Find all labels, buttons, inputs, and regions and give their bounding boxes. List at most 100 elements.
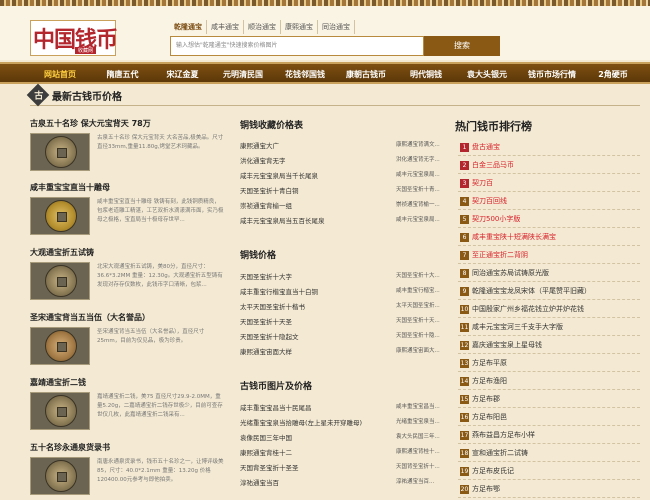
rank-name[interactable]: 咸丰重宝陕十短满陕长满宝 <box>472 232 556 242</box>
coin-card-image[interactable] <box>30 392 90 430</box>
price-list-item[interactable]: 咸丰元宝宝泉局当千长尾泉 <box>240 170 318 180</box>
nav-coins-2jiao[interactable]: 2角硬币 <box>590 66 636 84</box>
rank-name[interactable]: 咸丰元宝宝河三千支手大字版 <box>472 322 563 332</box>
price-list-item[interactable]: 康熙通宝宙面大样 <box>240 346 292 356</box>
rank-name[interactable]: 方足布郡 <box>472 394 500 404</box>
rank-name[interactable]: 乾隆通宝宝龙凤宋体（平尾赞平旧藏） <box>472 286 591 296</box>
search-tab-xianfeng[interactable]: 咸丰通宝 <box>207 20 244 34</box>
rank-name[interactable]: 同治通宝苏局试铸原光版 <box>472 268 549 278</box>
price-list-price[interactable]: 天国圣宝折十天... <box>396 316 446 324</box>
nav-yuan-datou[interactable]: 袁大头银元 <box>458 66 516 84</box>
nav-market[interactable]: 钱币市场行情 <box>520 66 584 84</box>
price-list-item[interactable]: 洪化通宝背无字 <box>240 155 286 165</box>
price-list-price[interactable]: 康熙通宝宙面大... <box>396 346 446 354</box>
coin-card-image[interactable] <box>30 457 90 495</box>
price-list-item[interactable]: 淳祐通宝当百 <box>240 477 279 487</box>
rank-name[interactable]: 中国殷家广州乡福花钱立炉并炉花钱 <box>472 304 584 314</box>
ranking-row[interactable]: 16 方足布阳邑 <box>458 409 640 426</box>
rank-name[interactable]: 方足布渔阳 <box>472 376 507 386</box>
ranking-row[interactable]: 17 燕布益昌方足布小样 <box>458 427 640 444</box>
rank-name[interactable]: 盘古通宝 <box>472 142 500 152</box>
rank-name[interactable]: 方足布平原 <box>472 358 507 368</box>
nav-yuan-ming[interactable]: 元明清民国 <box>212 66 274 84</box>
nav-ming-copper[interactable]: 明代铜钱 <box>400 66 452 84</box>
ranking-row[interactable]: 7 至正通宝折二背阴 <box>458 247 640 264</box>
search-tab-tongzhi[interactable]: 同治通宝 <box>318 20 355 34</box>
search-button[interactable]: 搜索 <box>424 36 500 56</box>
price-list-price[interactable]: 天国圣宝折十隐... <box>396 331 446 339</box>
price-list-price[interactable]: 洪化通宝背无字... <box>396 155 446 163</box>
price-list-item[interactable]: 康熙通宝背桂十二 <box>240 447 292 457</box>
price-list-price[interactable]: 天国圣宝折十大... <box>396 271 446 279</box>
coin-card-image[interactable] <box>30 197 90 235</box>
rank-name[interactable]: 宣和通宝折二试铸 <box>472 448 528 458</box>
site-logo[interactable]: 中国钱币 收藏网 <box>30 20 118 56</box>
price-list-item[interactable]: 天国圣宝折十大字 <box>240 271 292 281</box>
search-input[interactable]: 输入想估"乾隆通宝"快速搜索价格图片 <box>170 36 424 56</box>
ranking-row[interactable]: 2 白金三品马币 <box>458 157 640 174</box>
price-list-price[interactable]: 淳祐通宝当百... <box>396 477 446 485</box>
search-tab-kangxi[interactable]: 康熙通宝 <box>281 20 318 34</box>
price-list-price[interactable]: 光绪重宝宝泉当... <box>396 417 446 425</box>
rank-name[interactable]: 契刀百回线 <box>472 196 507 206</box>
price-list-price[interactable]: 袁大头民国三年... <box>396 432 446 440</box>
coin-card-image[interactable] <box>30 262 90 300</box>
rank-name[interactable]: 嘉庆通宝宝泉上星母钱 <box>472 340 542 350</box>
ranking-row[interactable]: 10 中国殷家广州乡福花钱立炉并炉花钱 <box>458 301 640 318</box>
ranking-row[interactable]: 1 盘古通宝 <box>458 139 640 156</box>
rank-name[interactable]: 方足布皮氏记 <box>472 466 514 476</box>
nav-sui-tang[interactable]: 隋唐五代 <box>95 66 150 84</box>
ranking-row[interactable]: 3 契刀百 <box>458 175 640 192</box>
ranking-row[interactable]: 8 同治通宝苏局试铸原光版 <box>458 265 640 282</box>
ranking-row[interactable]: 11 咸丰元宝宝河三千支手大字版 <box>458 319 640 336</box>
price-list-item[interactable]: 袁像民国三年中国 <box>240 432 292 442</box>
ranking-row[interactable]: 19 方足布皮氏记 <box>458 463 640 480</box>
ranking-row[interactable]: 18 宣和通宝折二试铸 <box>458 445 640 462</box>
rank-name[interactable]: 燕布益昌方足布小样 <box>472 430 535 440</box>
price-list-item[interactable]: 咸丰重宝宝昌当十民尾昌 <box>240 402 312 412</box>
coin-card-title[interactable]: 咸丰重宝宝直当十雕母 <box>30 182 110 193</box>
price-list-item[interactable]: 咸丰重宝行楷宝直当十白铜 <box>240 286 318 296</box>
price-list-item[interactable]: 太平天国圣宝折十楷书 <box>240 301 305 311</box>
price-list-price[interactable]: 咸丰元宝宝泉局... <box>396 215 446 223</box>
price-list-price[interactable]: 康熙通宝背满文... <box>396 140 446 148</box>
price-list-price[interactable]: 咸丰重宝宝昌当... <box>396 402 446 410</box>
rank-name[interactable]: 契刀百 <box>472 178 493 188</box>
rank-name[interactable]: 契刀500小字版 <box>472 214 520 224</box>
ranking-row[interactable]: 13 方足布平原 <box>458 355 640 372</box>
coin-card-title[interactable]: 嘉靖通宝折二钱 <box>30 377 86 388</box>
rank-name[interactable]: 白金三品马币 <box>472 160 514 170</box>
price-list-item[interactable]: 光绪重宝宝泉当拾雕母(左上星未开穿雕母) <box>240 417 362 427</box>
price-list-price[interactable]: 天国圣宝折十青... <box>396 185 446 193</box>
search-tab-qianlong[interactable]: 乾隆通宝 <box>170 20 207 34</box>
coin-card-title[interactable]: 圣宋通宝背当五当伍（大名誉品） <box>30 312 150 323</box>
rank-name[interactable]: 方足布阳邑 <box>472 412 507 422</box>
ranking-row[interactable]: 20 方足布鄂 <box>458 481 640 498</box>
price-list-item[interactable]: 崇祯通宝背榆一组 <box>240 200 292 210</box>
coin-card-title[interactable]: 古泉五十名珍 保大元宝背天 78万 <box>30 118 151 129</box>
rank-name[interactable]: 至正通宝折二背阴 <box>472 250 528 260</box>
ranking-row[interactable]: 14 方足布渔阳 <box>458 373 640 390</box>
ranking-row[interactable]: 15 方足布郡 <box>458 391 640 408</box>
price-list-price[interactable]: 天国背圣宝折十... <box>396 462 446 470</box>
ranking-row[interactable]: 9 乾隆通宝宝龙凤宋体（平尾赞平旧藏） <box>458 283 640 300</box>
price-list-item[interactable]: 天国圣宝折十青白铜 <box>240 185 299 195</box>
price-list-price[interactable]: 咸丰重宝行楷宝... <box>396 286 446 294</box>
ranking-row[interactable]: 12 嘉庆通宝宝泉上星母钱 <box>458 337 640 354</box>
price-list-price[interactable]: 康熙通宝背桂十... <box>396 447 446 455</box>
coin-card-title[interactable]: 五十名珍永通泉货录书 <box>30 442 110 453</box>
ranking-row[interactable]: 5 契刀500小字版 <box>458 211 640 228</box>
coin-card-image[interactable] <box>30 133 90 171</box>
nav-kangchao[interactable]: 康朝古钱币 <box>337 66 395 84</box>
rank-name[interactable]: 方足布鄂 <box>472 484 500 494</box>
nav-song-liao[interactable]: 宋辽金夏 <box>155 66 210 84</box>
price-list-price[interactable]: 崇祯通宝背榆一... <box>396 200 446 208</box>
price-list-price[interactable]: 咸丰元宝宝泉局... <box>396 170 446 178</box>
ranking-row[interactable]: 6 咸丰重宝陕十短满陕长满宝 <box>458 229 640 246</box>
coin-card-title[interactable]: 大观通宝折五试铸 <box>30 247 94 258</box>
price-list-item[interactable]: 天国圣宝折十隐起文 <box>240 331 299 341</box>
search-tab-shunzhi[interactable]: 顺治通宝 <box>244 20 281 34</box>
price-list-item[interactable]: 康熙通宝大广 <box>240 140 279 150</box>
coin-card-image[interactable] <box>30 327 90 365</box>
price-list-item[interactable]: 天国背圣宝折十圣圣 <box>240 462 299 472</box>
